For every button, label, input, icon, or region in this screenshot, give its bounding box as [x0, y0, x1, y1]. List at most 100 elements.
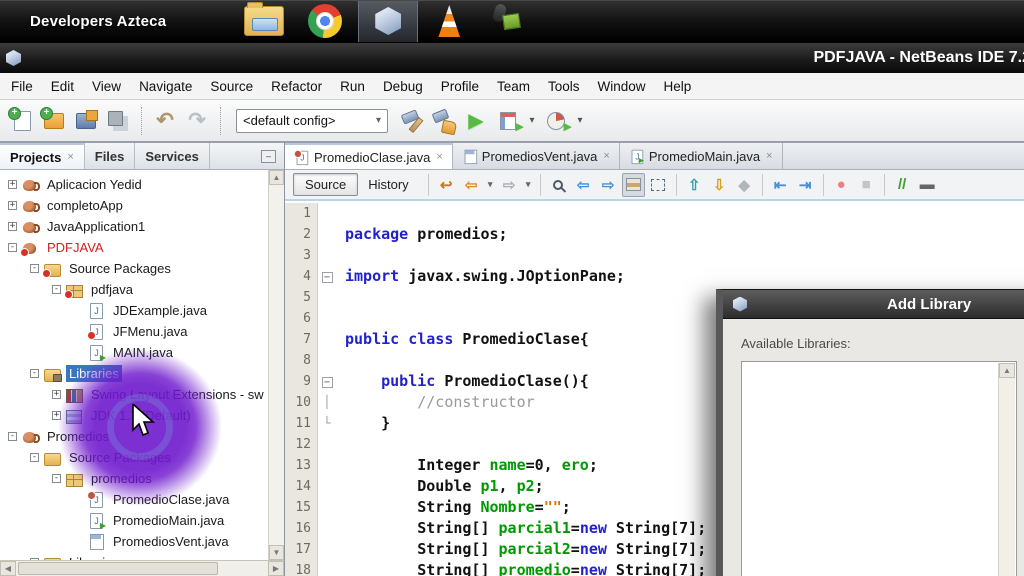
- tree-item[interactable]: PromediosVent.java: [0, 531, 268, 552]
- menu-refactor[interactable]: Refactor: [262, 76, 331, 97]
- tree-item[interactable]: -Source Packages: [0, 447, 268, 468]
- dialog-titlebar[interactable]: Add Library: [723, 290, 1024, 319]
- minus-icon[interactable]: −: [322, 377, 333, 388]
- tree-item[interactable]: +JavaApplication1: [0, 216, 268, 237]
- vlc-icon[interactable]: [434, 5, 464, 37]
- collapse-icon[interactable]: -: [30, 264, 39, 273]
- profile-button[interactable]: [542, 105, 570, 137]
- tree-item[interactable]: MAIN.java: [0, 342, 268, 363]
- tree-item[interactable]: +Aplicacion Yedid: [0, 174, 268, 195]
- open-project-button[interactable]: [72, 105, 100, 137]
- previous-bookmark-icon[interactable]: ⇧: [683, 173, 706, 197]
- back-dropdown-icon[interactable]: ▾: [485, 173, 496, 197]
- list-scrollbar[interactable]: ▲: [998, 363, 1015, 576]
- tree-item[interactable]: PromedioMain.java: [0, 510, 268, 531]
- tree-item[interactable]: +Swing Layout Extensions - sw: [0, 384, 268, 405]
- record-macro-icon[interactable]: ●: [830, 173, 853, 197]
- config-select[interactable]: <default config>▾: [236, 109, 388, 133]
- expand-icon[interactable]: +: [8, 180, 17, 189]
- minus-icon[interactable]: −: [322, 272, 333, 283]
- tree-horizontal-scrollbar[interactable]: ◀ ▶: [0, 560, 284, 576]
- collapse-icon[interactable]: -: [30, 453, 39, 462]
- editor-tab[interactable]: PromedioMain.java×: [620, 143, 783, 169]
- collapse-icon[interactable]: -: [8, 243, 17, 252]
- menu-debug[interactable]: Debug: [374, 76, 432, 97]
- history-view-button[interactable]: History: [358, 174, 418, 195]
- tree-item[interactable]: JFMenu.java: [0, 321, 268, 342]
- editor-tab[interactable]: PromedioClase.java×: [285, 143, 453, 169]
- run-button[interactable]: [462, 105, 490, 137]
- menu-tools[interactable]: Tools: [539, 76, 589, 97]
- tree-item[interactable]: +JDK 1.7 (Default): [0, 405, 268, 426]
- menu-help[interactable]: Help: [655, 76, 701, 97]
- tree-item[interactable]: -promedios: [0, 468, 268, 489]
- stop-macro-icon[interactable]: ■: [855, 173, 878, 197]
- expand-icon[interactable]: +: [8, 201, 17, 210]
- back-icon[interactable]: ⇦: [460, 173, 483, 197]
- folder-icon[interactable]: [244, 6, 284, 36]
- netbeans-icon[interactable]: [358, 1, 418, 42]
- window-titlebar[interactable]: PDFJAVA - NetBeans IDE 7.2: [0, 43, 1024, 73]
- tree-item[interactable]: PromedioClase.java: [0, 489, 268, 510]
- scroll-down-icon[interactable]: ▼: [269, 545, 284, 560]
- new-project-button[interactable]: [40, 105, 68, 137]
- menu-view[interactable]: View: [83, 76, 130, 97]
- toggle-highlight-icon[interactable]: [622, 173, 645, 197]
- close-tab-icon[interactable]: ×: [766, 150, 772, 162]
- tree-item[interactable]: -Libraries: [0, 363, 268, 384]
- tree-item[interactable]: -Source Packages: [0, 258, 268, 279]
- tree-item[interactable]: -Promedios: [0, 426, 268, 447]
- shift-line-right-icon[interactable]: ⇥: [794, 173, 817, 197]
- tree-vertical-scrollbar[interactable]: ▲ ▼: [268, 170, 284, 560]
- find-next-icon[interactable]: ⇨: [597, 173, 620, 197]
- close-tab-icon[interactable]: ×: [603, 150, 609, 162]
- expand-icon[interactable]: +: [52, 390, 61, 399]
- scroll-left-icon[interactable]: ◀: [0, 561, 16, 576]
- tab-services[interactable]: Services: [135, 143, 210, 169]
- collapse-icon[interactable]: -: [52, 285, 61, 294]
- debug-button[interactable]: [494, 105, 522, 137]
- forward-icon[interactable]: ⇨: [498, 173, 521, 197]
- scroll-up-icon[interactable]: ▲: [269, 170, 284, 185]
- save-all-button[interactable]: [104, 105, 132, 137]
- available-libraries-list[interactable]: ▲: [741, 361, 1017, 576]
- scroll-up-icon[interactable]: ▲: [999, 363, 1015, 378]
- toggle-bookmark-icon[interactable]: ◆: [733, 173, 756, 197]
- source-view-button[interactable]: Source: [293, 173, 358, 196]
- menu-edit[interactable]: Edit: [42, 76, 83, 97]
- scroll-right-icon[interactable]: ▶: [268, 561, 284, 576]
- tree-item[interactable]: +completoApp: [0, 195, 268, 216]
- minimize-panel-button[interactable]: –: [261, 150, 276, 163]
- tree-item[interactable]: -PDFJAVA: [0, 237, 268, 258]
- redo-button[interactable]: [183, 105, 211, 137]
- fold-collapse-icon[interactable]: −: [318, 266, 336, 287]
- expand-icon[interactable]: +: [8, 222, 17, 231]
- tree-item[interactable]: -pdfjava: [0, 279, 268, 300]
- ddropdown-icon[interactable]: [526, 105, 538, 137]
- tree-item[interactable]: -Libraries: [0, 552, 268, 560]
- forward-dropdown-icon[interactable]: ▾: [523, 173, 534, 197]
- build-button[interactable]: [398, 105, 426, 137]
- scrollbar-thumb[interactable]: [18, 562, 218, 575]
- collapse-icon[interactable]: -: [52, 474, 61, 483]
- close-tab-icon[interactable]: ×: [67, 151, 73, 163]
- menu-window[interactable]: Window: [589, 76, 655, 97]
- last-edit-icon[interactable]: ↩: [435, 173, 458, 197]
- shift-line-left-icon[interactable]: ⇤: [769, 173, 792, 197]
- rectangular-selection-icon[interactable]: [647, 173, 670, 197]
- tab-projects[interactable]: Projects×: [0, 143, 85, 169]
- expand-icon[interactable]: +: [52, 411, 61, 420]
- menu-navigate[interactable]: Navigate: [130, 76, 201, 97]
- fold-collapse-icon[interactable]: −: [318, 371, 336, 392]
- menu-team[interactable]: Team: [488, 76, 539, 97]
- uncomment-icon[interactable]: ▬: [916, 173, 939, 197]
- tab-files[interactable]: Files: [85, 143, 136, 169]
- menu-profile[interactable]: Profile: [432, 76, 488, 97]
- screen-recorder-icon[interactable]: [488, 3, 522, 39]
- editor-tab[interactable]: PromediosVent.java×: [453, 143, 620, 169]
- find-previous-icon[interactable]: ⇦: [572, 173, 595, 197]
- comment-icon[interactable]: //: [891, 173, 914, 197]
- tree-item[interactable]: JDExample.java: [0, 300, 268, 321]
- menu-file[interactable]: File: [2, 76, 42, 97]
- ddropdown-icon[interactable]: [574, 105, 586, 137]
